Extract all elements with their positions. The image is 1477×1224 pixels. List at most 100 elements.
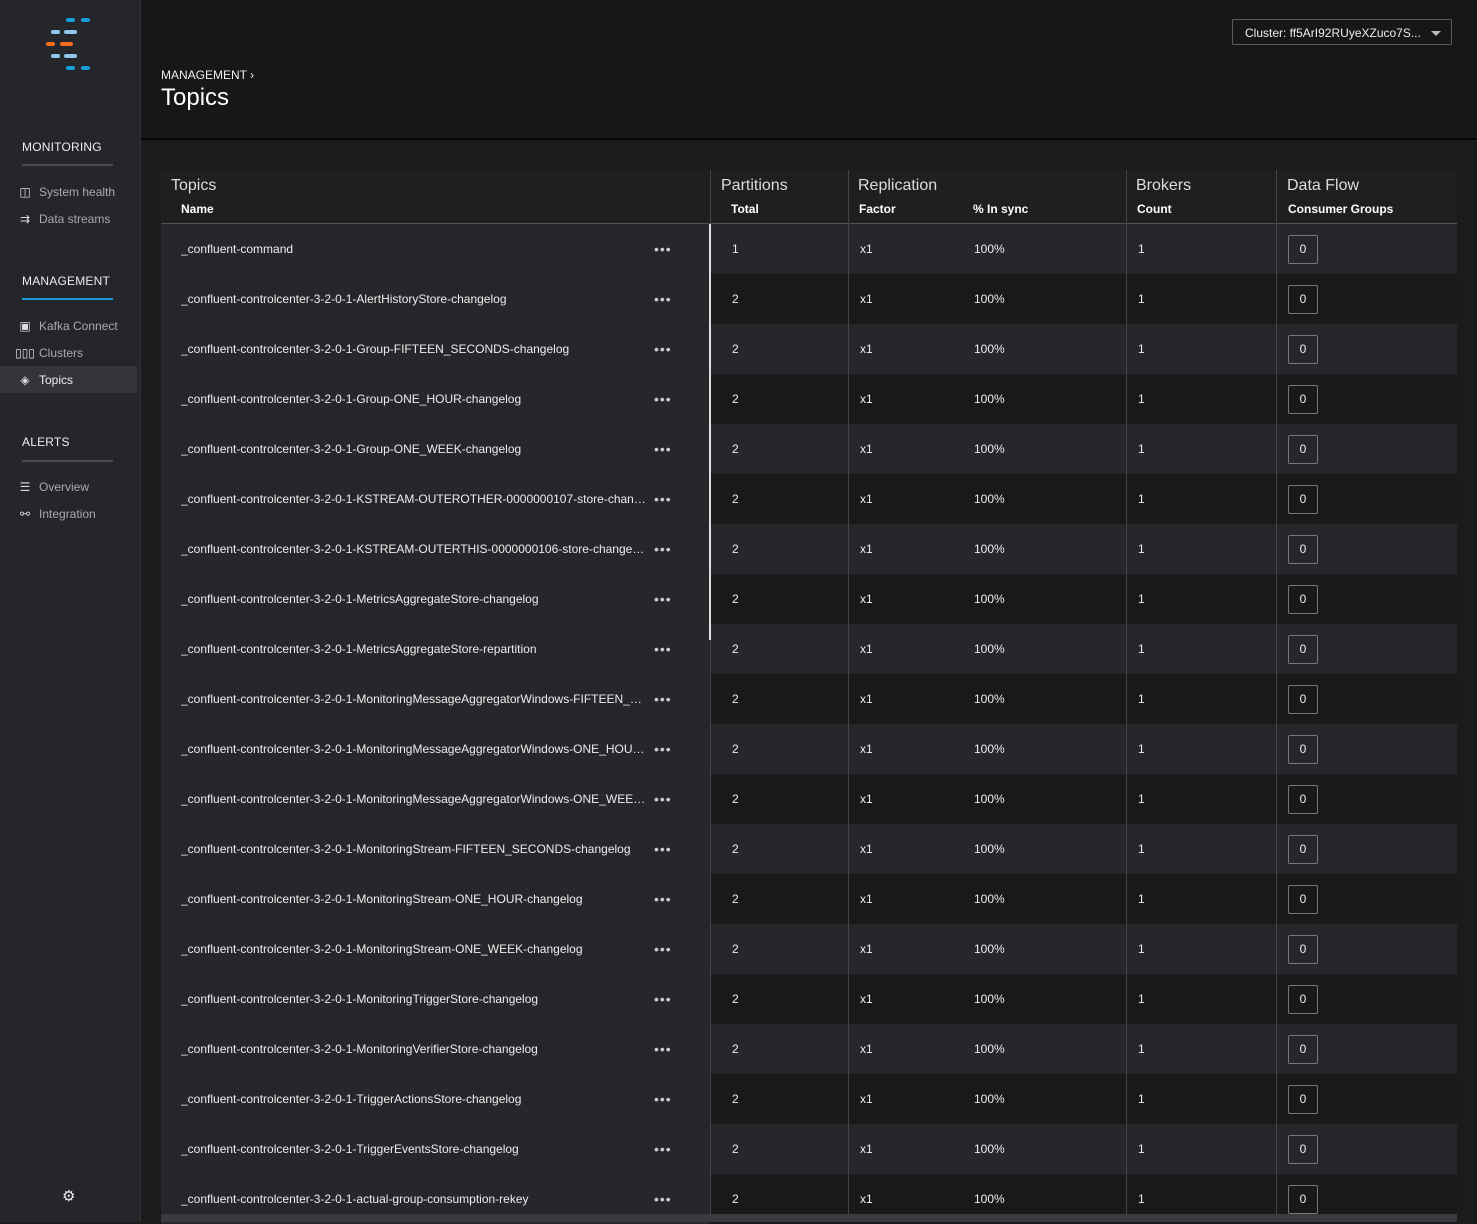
topic-name-cell[interactable]: _confluent-controlcenter-3-2-0-1-Monitor…: [161, 724, 710, 774]
table-row[interactable]: _confluent-controlcenter-3-2-0-1-Monitor…: [161, 724, 1457, 774]
table-row[interactable]: _confluent-controlcenter-3-2-0-1-Trigger…: [161, 1074, 1457, 1124]
vertical-scrollbar[interactable]: [709, 224, 711, 640]
sidebar-item-kafka-connect[interactable]: ▣ Kafka Connect: [0, 312, 137, 339]
table-row[interactable]: _confluent-controlcenter-3-2-0-1-Monitor…: [161, 924, 1457, 974]
confluent-logo[interactable]: [44, 16, 96, 72]
topic-name-cell[interactable]: _confluent-controlcenter-3-2-0-1-Monitor…: [161, 924, 710, 974]
topic-name-cell[interactable]: _confluent-controlcenter-3-2-0-1-Monitor…: [161, 774, 710, 824]
topic-name[interactable]: _confluent-controlcenter-3-2-0-1-Metrics…: [181, 624, 646, 674]
table-row[interactable]: _confluent-controlcenter-3-2-0-1-Group-F…: [161, 324, 1457, 374]
topic-name-cell[interactable]: _confluent-controlcenter-3-2-0-1-Group-O…: [161, 374, 710, 424]
topic-name[interactable]: _confluent-controlcenter-3-2-0-1-Group-O…: [181, 374, 646, 424]
topic-name-cell[interactable]: _confluent-controlcenter-3-2-0-1-KSTREAM…: [161, 474, 710, 524]
topic-name[interactable]: _confluent-controlcenter-3-2-0-1-Monitor…: [181, 774, 646, 824]
consumer-groups-button[interactable]: 0: [1288, 1085, 1318, 1114]
topic-name-cell[interactable]: _confluent-command •••: [161, 224, 710, 274]
clusters-icon: ▯▯▯: [15, 345, 35, 360]
col-name[interactable]: Name: [181, 202, 214, 216]
topic-name[interactable]: _confluent-controlcenter-3-2-0-1-Group-F…: [181, 324, 646, 374]
row-values: 2 x1 100% 1 0: [710, 1074, 1457, 1124]
table-row[interactable]: _confluent-controlcenter-3-2-0-1-KSTREAM…: [161, 474, 1457, 524]
sidebar-item-integration[interactable]: ⚯ Integration: [0, 500, 137, 527]
topic-name-cell[interactable]: _confluent-controlcenter-3-2-0-1-Trigger…: [161, 1074, 710, 1124]
consumer-groups-button[interactable]: 0: [1288, 835, 1318, 864]
topic-name-cell[interactable]: _confluent-controlcenter-3-2-0-1-Metrics…: [161, 574, 710, 624]
topic-name[interactable]: _confluent-controlcenter-3-2-0-1-Trigger…: [181, 1124, 646, 1174]
table-row[interactable]: _confluent-controlcenter-3-2-0-1-Group-O…: [161, 424, 1457, 474]
topic-name[interactable]: _confluent-controlcenter-3-2-0-1-KSTREAM…: [181, 524, 646, 574]
topic-name-cell[interactable]: _confluent-controlcenter-3-2-0-1-Trigger…: [161, 1124, 710, 1174]
gear-icon[interactable]: ⚙: [62, 1187, 75, 1205]
topic-name[interactable]: _confluent-controlcenter-3-2-0-1-Monitor…: [181, 974, 646, 1024]
topic-name-cell[interactable]: _confluent-controlcenter-3-2-0-1-AlertHi…: [161, 274, 710, 324]
topic-name-cell[interactable]: _confluent-controlcenter-3-2-0-1-Monitor…: [161, 824, 710, 874]
table-row[interactable]: _confluent-controlcenter-3-2-0-1-Monitor…: [161, 974, 1457, 1024]
consumer-groups-button[interactable]: 0: [1288, 485, 1318, 514]
topic-name-cell[interactable]: _confluent-controlcenter-3-2-0-1-Monitor…: [161, 874, 710, 924]
topic-name-cell[interactable]: _confluent-controlcenter-3-2-0-1-KSTREAM…: [161, 524, 710, 574]
topic-name-cell[interactable]: _confluent-controlcenter-3-2-0-1-Monitor…: [161, 1024, 710, 1074]
sidebar-item-topics[interactable]: ◈ Topics: [0, 366, 137, 393]
table-row[interactable]: _confluent-controlcenter-3-2-0-1-Metrics…: [161, 574, 1457, 624]
consumer-groups-button[interactable]: 0: [1288, 1135, 1318, 1164]
topic-name-cell[interactable]: _confluent-controlcenter-3-2-0-1-Monitor…: [161, 674, 710, 724]
topic-name[interactable]: _confluent-controlcenter-3-2-0-1-Monitor…: [181, 724, 646, 774]
table-row[interactable]: _confluent-controlcenter-3-2-0-1-Monitor…: [161, 824, 1457, 874]
consumer-groups-button[interactable]: 0: [1288, 985, 1318, 1014]
table-row[interactable]: _confluent-controlcenter-3-2-0-1-Monitor…: [161, 774, 1457, 824]
topic-name[interactable]: _confluent-controlcenter-3-2-0-1-Monitor…: [181, 1024, 646, 1074]
horizontal-scrollbar[interactable]: [161, 1214, 1457, 1222]
consumer-groups-button[interactable]: 0: [1288, 885, 1318, 914]
sidebar-item-system-health[interactable]: ◫ System health: [0, 178, 137, 205]
breadcrumb[interactable]: MANAGEMENT ›: [161, 68, 254, 82]
sidebar-item-overview[interactable]: ☰ Overview: [0, 473, 137, 500]
topic-name-cell[interactable]: _confluent-controlcenter-3-2-0-1-Monitor…: [161, 974, 710, 1024]
topic-name[interactable]: _confluent-controlcenter-3-2-0-1-AlertHi…: [181, 274, 646, 324]
topic-name-cell[interactable]: _confluent-controlcenter-3-2-0-1-Group-F…: [161, 324, 710, 374]
topic-name[interactable]: _confluent-controlcenter-3-2-0-1-Monitor…: [181, 674, 646, 724]
col-factor[interactable]: Factor: [859, 202, 896, 216]
table-row[interactable]: _confluent-controlcenter-3-2-0-1-Metrics…: [161, 624, 1457, 674]
consumer-groups-button[interactable]: 0: [1288, 285, 1318, 314]
consumer-groups-button[interactable]: 0: [1288, 1035, 1318, 1064]
table-row[interactable]: _confluent-command ••• 1 x1 100% 1 0: [161, 224, 1457, 274]
sidebar-item-clusters[interactable]: ▯▯▯ Clusters: [0, 339, 137, 366]
col-count[interactable]: Count: [1137, 202, 1172, 216]
topic-name[interactable]: _confluent-controlcenter-3-2-0-1-Trigger…: [181, 1074, 646, 1124]
topic-name[interactable]: _confluent-controlcenter-3-2-0-1-Metrics…: [181, 574, 646, 624]
topic-name[interactable]: _confluent-controlcenter-3-2-0-1-Monitor…: [181, 824, 646, 874]
table-row[interactable]: _confluent-controlcenter-3-2-0-1-AlertHi…: [161, 274, 1457, 324]
consumer-groups-button[interactable]: 0: [1288, 735, 1318, 764]
consumer-groups-button[interactable]: 0: [1288, 935, 1318, 964]
topic-name[interactable]: _confluent-controlcenter-3-2-0-1-Monitor…: [181, 874, 646, 924]
cluster-select[interactable]: Cluster: ff5ArI92RUyeXZuco7S...: [1232, 19, 1452, 45]
consumer-groups-button[interactable]: 0: [1288, 585, 1318, 614]
consumer-groups-button[interactable]: 0: [1288, 635, 1318, 664]
col-consumer-groups[interactable]: Consumer Groups: [1288, 202, 1393, 216]
broker-count: 1: [1138, 742, 1145, 756]
topic-name-cell[interactable]: _confluent-controlcenter-3-2-0-1-Metrics…: [161, 624, 710, 674]
table-row[interactable]: _confluent-controlcenter-3-2-0-1-Monitor…: [161, 874, 1457, 924]
consumer-groups-button[interactable]: 0: [1288, 235, 1318, 264]
col-total[interactable]: Total: [731, 202, 759, 216]
table-row[interactable]: _confluent-controlcenter-3-2-0-1-Monitor…: [161, 1024, 1457, 1074]
topic-name[interactable]: _confluent-controlcenter-3-2-0-1-Group-O…: [181, 424, 646, 474]
consumer-groups-button[interactable]: 0: [1288, 535, 1318, 564]
sidebar-item-data-streams[interactable]: ⇉ Data streams: [0, 205, 137, 232]
consumer-groups-button[interactable]: 0: [1288, 335, 1318, 364]
consumer-groups-button[interactable]: 0: [1288, 1185, 1318, 1214]
topic-name[interactable]: _confluent-controlcenter-3-2-0-1-Monitor…: [181, 924, 646, 974]
consumer-groups-button[interactable]: 0: [1288, 785, 1318, 814]
table-row[interactable]: _confluent-controlcenter-3-2-0-1-Group-O…: [161, 374, 1457, 424]
consumer-groups-button[interactable]: 0: [1288, 685, 1318, 714]
table-row[interactable]: _confluent-controlcenter-3-2-0-1-Monitor…: [161, 674, 1457, 724]
topic-name[interactable]: _confluent-command: [181, 224, 646, 274]
table-row[interactable]: _confluent-controlcenter-3-2-0-1-Trigger…: [161, 1124, 1457, 1174]
topic-name[interactable]: _confluent-controlcenter-3-2-0-1-KSTREAM…: [181, 474, 646, 524]
topic-name-cell[interactable]: _confluent-controlcenter-3-2-0-1-Group-O…: [161, 424, 710, 474]
table-row[interactable]: _confluent-controlcenter-3-2-0-1-KSTREAM…: [161, 524, 1457, 574]
in-sync-percent: 100%: [974, 742, 1005, 756]
consumer-groups-button[interactable]: 0: [1288, 385, 1318, 414]
col-in-sync[interactable]: % In sync: [973, 202, 1028, 216]
consumer-groups-button[interactable]: 0: [1288, 435, 1318, 464]
